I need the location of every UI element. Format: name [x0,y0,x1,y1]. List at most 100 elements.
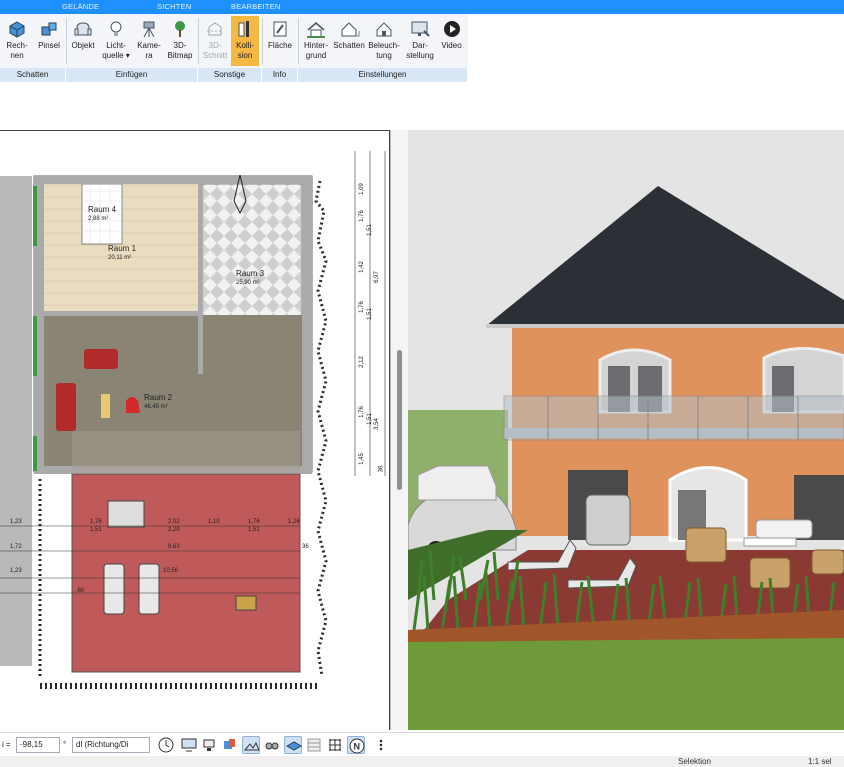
dimension-label: 2,12 [358,356,365,368]
dimension-label: 1,76 [358,301,365,313]
grid-icon[interactable] [326,736,344,754]
room-area: 20,11 m² [108,255,132,261]
texture-icon[interactable] [305,736,323,754]
group-schatten: Schatten [0,68,66,82]
tab-gelaende[interactable]: GELÄNDE [62,2,99,11]
kollision-button[interactable]: Kolli-sion [231,16,259,66]
monitor-icon [411,21,430,37]
group-sonstige: Sonstige [198,68,262,82]
tab-bearbeiten[interactable]: BEARBEITEN [231,2,281,11]
direction-select[interactable]: dl (Richtung/Di [72,737,150,753]
status-mode: Selektion [678,757,711,766]
3d-schnitt-button[interactable]: 3D- Schnitt [200,16,230,66]
color-object-icon[interactable] [221,736,239,754]
angle-input[interactable]: -98,15 [16,737,60,753]
dimension-label: 1,42 [358,261,365,273]
dimension-label: 1,76 [248,519,260,525]
degree-label: ° [63,740,67,749]
dimension-label: 1,76 [358,210,365,222]
lichtquelle-button[interactable]: Licht-quelle ▾ [100,16,132,66]
monitor-object-icon[interactable] [201,736,219,754]
camera-tripod-icon [143,21,155,38]
floor-plan-view[interactable]: Raum 4 2,88 m² Raum 1 20,11 m² Raum 3 25… [0,130,390,730]
room-area: 46,45 m² [144,404,168,410]
cubes-brush-icon [41,22,57,36]
flaeche-button[interactable]: Fläche [264,16,296,66]
room-name: Raum 4 [88,205,117,214]
dimension-label: 1,09 [358,183,365,195]
north-icon[interactable]: N [347,736,365,754]
dimension-label: 1,10 [208,519,220,525]
objekt-button[interactable]: Objekt [68,16,98,66]
room-area: 25,90 m² [236,280,260,286]
group-info: Info [262,68,298,82]
splitter-handle[interactable] [397,350,402,490]
more-options-icon[interactable] [372,736,390,754]
angle-label: i = [2,740,11,749]
group-einfuegen: Einfügen [66,68,198,82]
dimension-label: 1,76 [358,406,365,418]
dimension-label: 6,97 [373,271,380,283]
clock-icon[interactable] [157,736,175,754]
dimension-label: 36 [302,544,309,550]
play-icon [443,21,460,37]
dimension-label: 1,51 [366,308,373,320]
ribbon-empty-area [468,14,844,82]
group-objects-icon[interactable] [263,736,281,754]
status-bar: Selektion 1:1 sel [0,756,844,767]
status-scale: 1:1 sel [808,757,832,766]
armchair-icon [74,22,92,36]
separator [198,18,199,64]
beleuchtung-button[interactable]: Beleuch-tung [366,16,402,66]
ribbon: Rech-nen Pinsel Objekt Licht-quelle ▾ Ka… [0,14,468,82]
house-background-icon [307,22,325,38]
dimension-label: 3,54 [373,418,380,430]
schatten-button[interactable]: Schatten [332,16,366,66]
dimension-label: 1,51 [90,527,102,533]
dimension-label: 1,72 [10,544,22,550]
tab-sichten[interactable]: SICHTEN [157,2,191,11]
house-shadow-icon [341,22,360,37]
dimension-label: 9,63 [168,544,180,550]
kamera-button[interactable]: Kame-ra [134,16,164,66]
cube-icon [9,21,25,38]
room-area: 2,88 m² [88,216,109,222]
svg-text:N: N [354,742,361,752]
3d-view[interactable] [408,130,844,730]
dimension-label: 1,26 [288,519,300,525]
dimension-label: 10,56 [163,568,179,574]
3d-bitmap-button[interactable]: 3D- Bitmap [164,16,196,66]
group-einstellungen: Einstellungen [298,68,468,82]
room-name: Raum 2 [144,393,173,402]
room-name: Raum 3 [236,269,265,278]
separator [298,18,299,64]
dimension-label: 36 [378,465,385,473]
dimension-label: 1,23 [10,519,22,525]
darstellung-button[interactable]: Dar-stellung [403,16,437,66]
dimension-label: 1,51 [248,527,260,533]
3d-render [408,130,844,730]
separator [262,18,263,64]
pinsel-button[interactable]: Pinsel [34,16,64,66]
ribbon-tab-bar: GELÄNDE SICHTEN BEARBEITEN [0,0,844,14]
dimension-label: 1,51 [366,224,373,236]
bottom-toolbar: i = -98,15 ° dl (Richtung/Di N [0,732,844,756]
screen-icon[interactable] [180,736,198,754]
dimension-label: 1,76 [90,519,102,525]
dimension-label: ,60 [76,588,85,594]
terrain-icon[interactable] [242,736,260,754]
dimension-label: 2,02 [168,519,180,525]
hintergrund-button[interactable]: Hinter-grund [300,16,332,66]
house-light-icon [376,22,392,37]
view-splitter[interactable] [390,130,408,730]
video-button[interactable]: Video [437,16,466,66]
tree-icon [175,21,185,37]
separator [66,18,67,64]
dimension-label: 1,23 [10,568,22,574]
room-name: Raum 1 [108,244,137,253]
rechnen-button[interactable]: Rech-nen [2,16,32,66]
layer-icon[interactable] [284,736,303,754]
dimension-label: 1,51 [366,413,373,425]
lightbulb-icon [110,21,122,36]
area-pencil-icon [273,21,287,37]
